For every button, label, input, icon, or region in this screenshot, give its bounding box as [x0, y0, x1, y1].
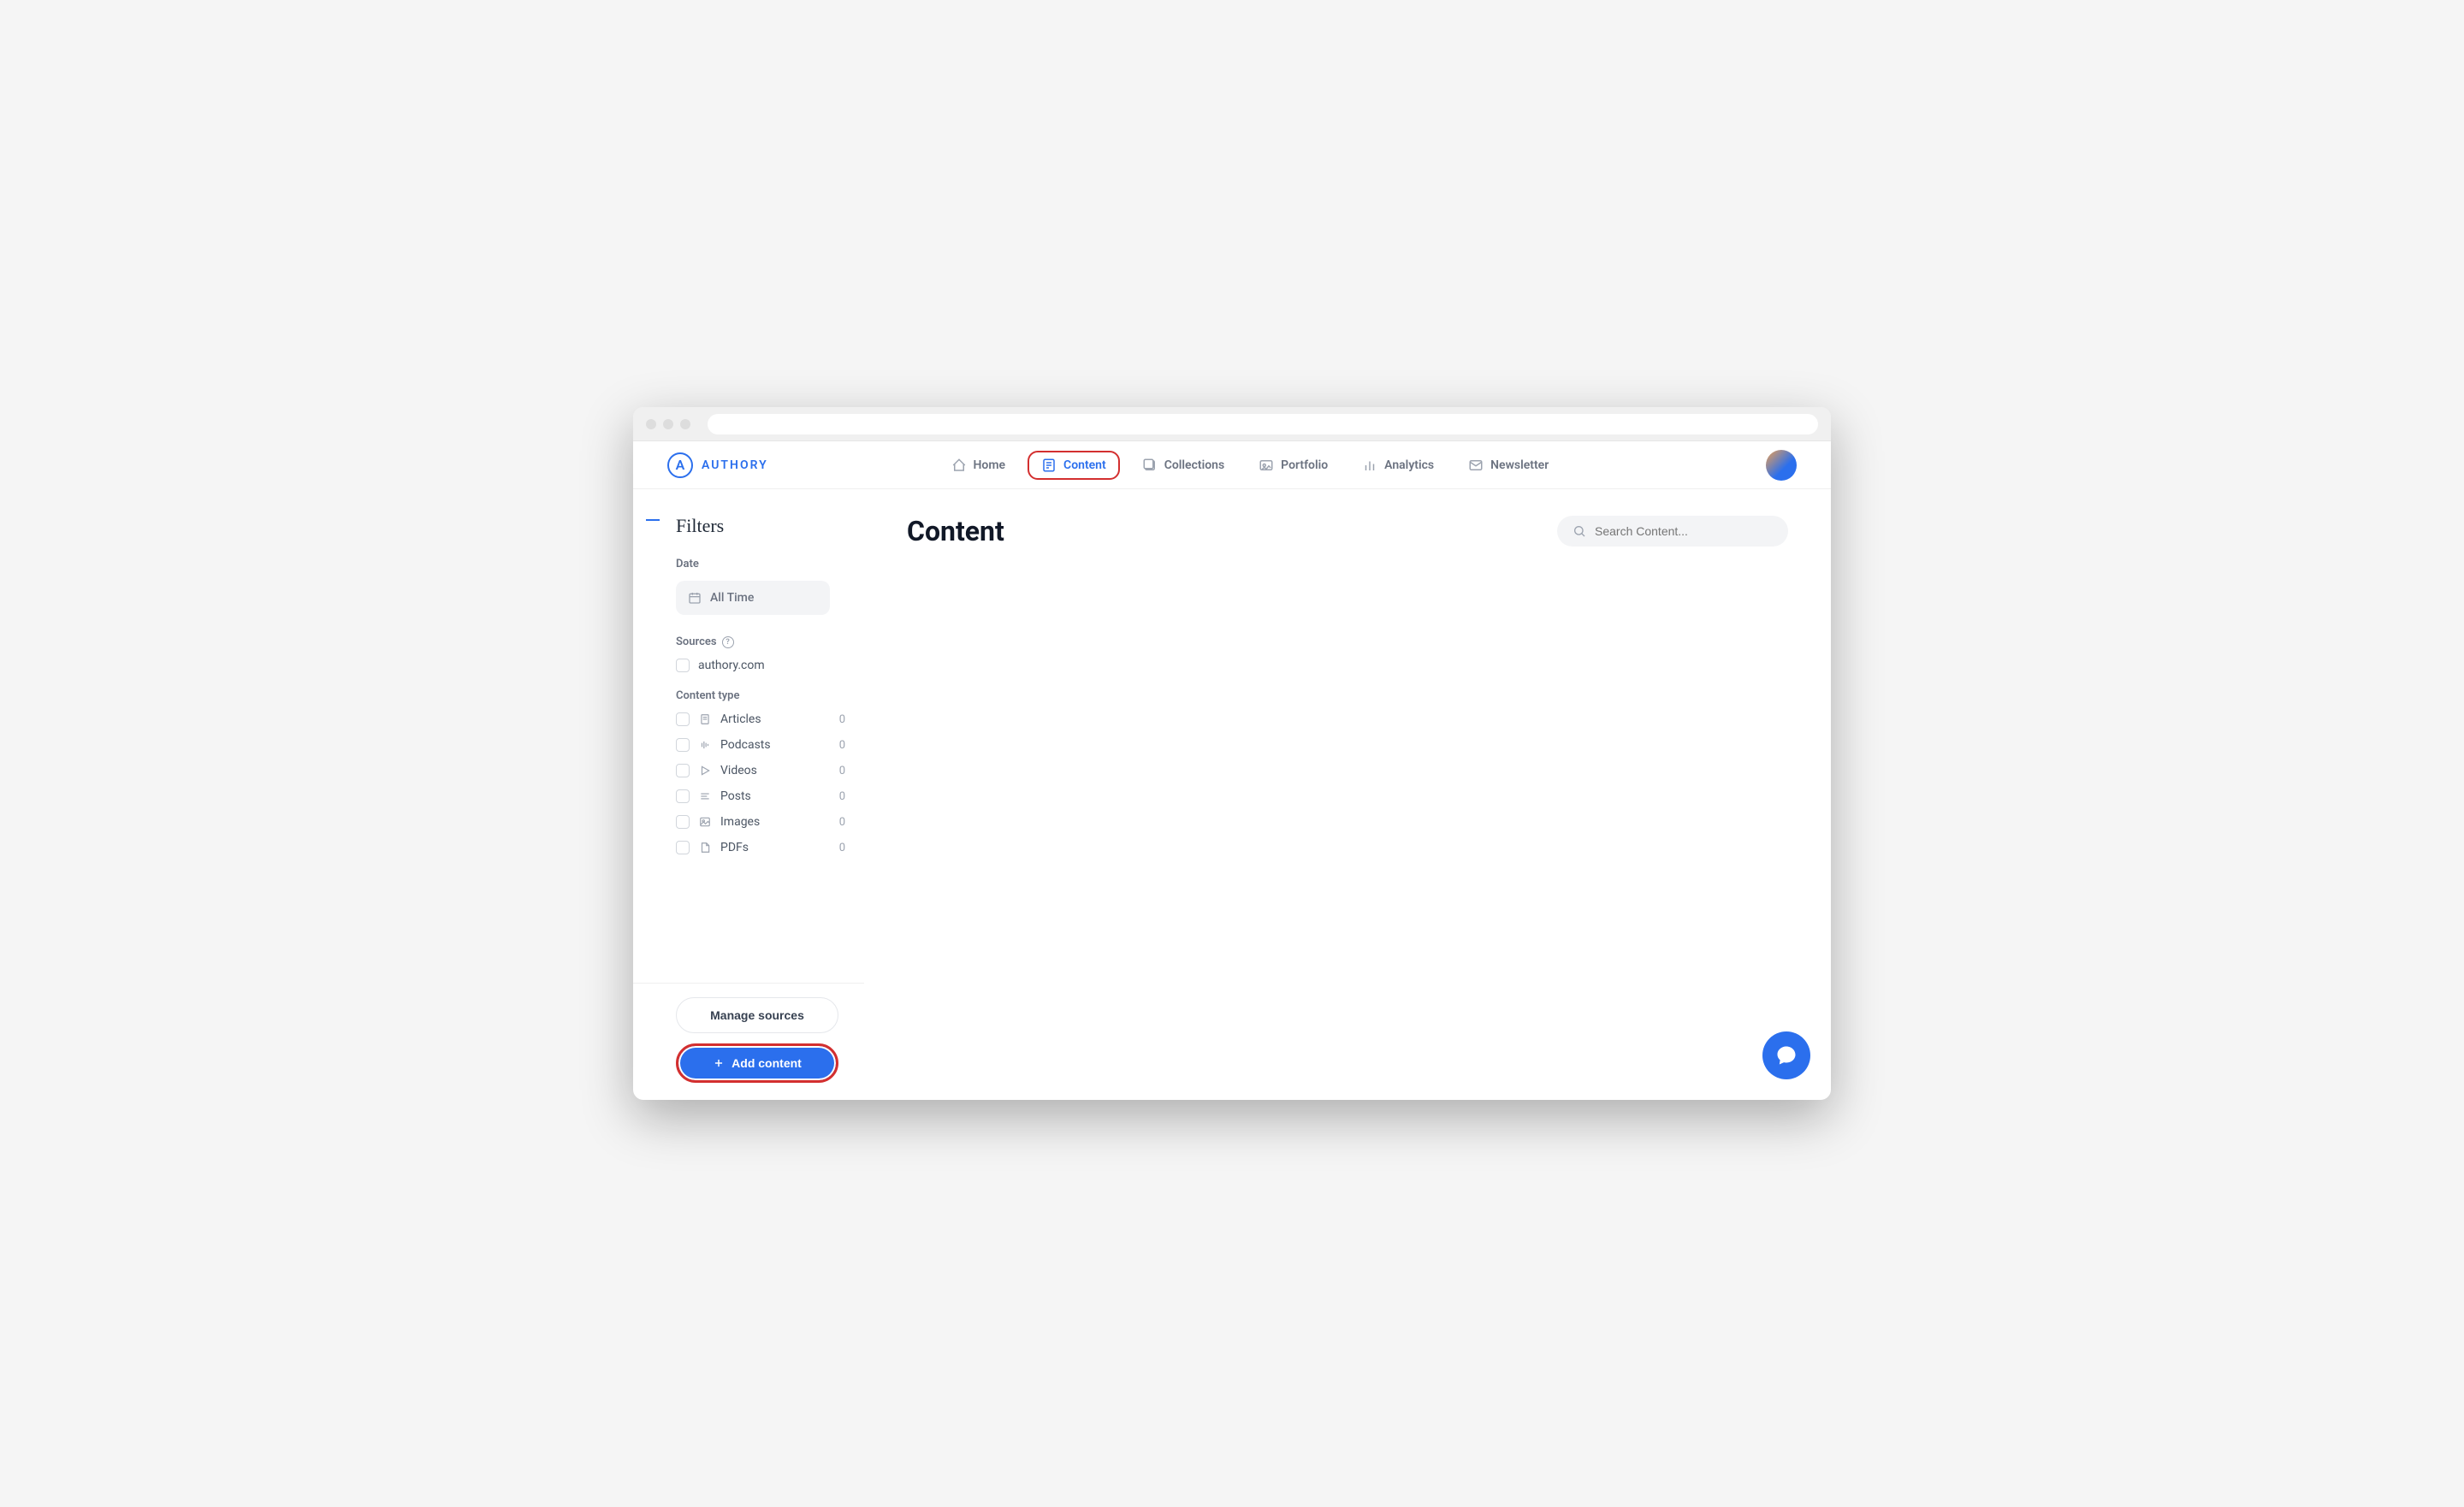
type-label: Posts — [720, 789, 831, 803]
source-item[interactable]: authory.com — [676, 659, 845, 672]
manage-sources-button[interactable]: Manage sources — [676, 997, 838, 1033]
nav-analytics[interactable]: Analytics — [1350, 451, 1446, 480]
nav-collections[interactable]: Collections — [1130, 451, 1236, 480]
minimize-window-dot[interactable] — [663, 419, 673, 429]
nav-label: Portfolio — [1281, 458, 1328, 472]
checkbox[interactable] — [676, 712, 690, 726]
date-label: Date — [676, 558, 845, 570]
post-icon — [698, 789, 712, 803]
type-posts[interactable]: Posts 0 — [676, 789, 845, 803]
sidebar-indicator — [646, 519, 660, 521]
content-icon — [1041, 458, 1057, 473]
type-articles[interactable]: Articles 0 — [676, 712, 845, 726]
checkbox[interactable] — [676, 764, 690, 777]
type-count: 0 — [839, 765, 845, 777]
type-pdfs[interactable]: PDFs 0 — [676, 841, 845, 854]
logo-icon: A — [667, 452, 693, 478]
collections-icon — [1142, 458, 1158, 473]
sidebar: Filters Date All Time Sources ? — [633, 489, 864, 1100]
search-box[interactable] — [1557, 516, 1788, 547]
home-icon — [951, 458, 967, 473]
avatar[interactable] — [1766, 450, 1797, 481]
browser-window: A AUTHORY Home Content — [633, 407, 1831, 1100]
type-label: PDFs — [720, 841, 831, 854]
type-count: 0 — [839, 713, 845, 726]
analytics-icon — [1362, 458, 1377, 473]
nav-label: Content — [1063, 458, 1106, 472]
nav-home[interactable]: Home — [939, 451, 1018, 480]
date-filter[interactable]: All Time — [676, 581, 830, 615]
window-controls — [646, 419, 690, 429]
top-nav: A AUTHORY Home Content — [633, 441, 1831, 489]
browser-chrome — [633, 407, 1831, 441]
content-area: Content — [864, 489, 1831, 1100]
sources-label: Sources ? — [676, 635, 845, 648]
search-icon — [1573, 524, 1586, 538]
nav-label: Collections — [1164, 458, 1224, 472]
type-label: Articles — [720, 712, 831, 726]
nav-label: Home — [974, 458, 1006, 472]
search-input[interactable] — [1595, 524, 1773, 538]
page-title: Content — [907, 515, 1004, 547]
main-row: Filters Date All Time Sources ? — [633, 489, 1831, 1100]
article-icon — [698, 712, 712, 726]
url-bar[interactable] — [708, 414, 1818, 434]
sidebar-footer: Manage sources Add content — [633, 983, 864, 1083]
add-content-button[interactable]: Add content — [676, 1043, 838, 1083]
checkbox[interactable] — [676, 738, 690, 752]
nav-items: Home Content Collections — [734, 451, 1766, 480]
nav-label: Newsletter — [1490, 458, 1549, 472]
nav-newsletter[interactable]: Newsletter — [1456, 451, 1561, 480]
help-icon[interactable]: ? — [722, 636, 734, 648]
app-content: A AUTHORY Home Content — [633, 441, 1831, 1100]
source-label: authory.com — [698, 659, 765, 672]
date-value: All Time — [710, 591, 754, 605]
type-label: Videos — [720, 764, 831, 777]
type-count: 0 — [839, 790, 845, 803]
podcast-icon — [698, 738, 712, 752]
video-icon — [698, 764, 712, 777]
nav-content[interactable]: Content — [1028, 451, 1120, 480]
image-icon — [698, 815, 712, 829]
plus-icon — [713, 1057, 725, 1069]
maximize-window-dot[interactable] — [680, 419, 690, 429]
type-count: 0 — [839, 739, 845, 752]
pdf-icon — [698, 841, 712, 854]
checkbox[interactable] — [676, 789, 690, 803]
type-videos[interactable]: Videos 0 — [676, 764, 845, 777]
close-window-dot[interactable] — [646, 419, 656, 429]
portfolio-icon — [1259, 458, 1274, 473]
newsletter-icon — [1468, 458, 1484, 473]
type-podcasts[interactable]: Podcasts 0 — [676, 738, 845, 752]
type-label: Podcasts — [720, 738, 831, 752]
filters-title: Filters — [676, 515, 845, 537]
nav-portfolio[interactable]: Portfolio — [1247, 451, 1340, 480]
type-images[interactable]: Images 0 — [676, 815, 845, 829]
type-count: 0 — [839, 842, 845, 854]
sidebar-scroll: Filters Date All Time Sources ? — [676, 515, 845, 983]
checkbox[interactable] — [676, 815, 690, 829]
content-header: Content — [907, 515, 1788, 547]
add-content-label: Add content — [732, 1056, 802, 1070]
chat-widget[interactable] — [1762, 1031, 1810, 1079]
checkbox[interactable] — [676, 659, 690, 672]
checkbox[interactable] — [676, 841, 690, 854]
type-list: Articles 0 Podcasts 0 Videos — [676, 712, 845, 854]
calendar-icon — [688, 591, 702, 605]
content-type-label: Content type — [676, 689, 845, 702]
type-count: 0 — [839, 816, 845, 829]
type-label: Images — [720, 815, 831, 829]
nav-label: Analytics — [1384, 458, 1434, 472]
